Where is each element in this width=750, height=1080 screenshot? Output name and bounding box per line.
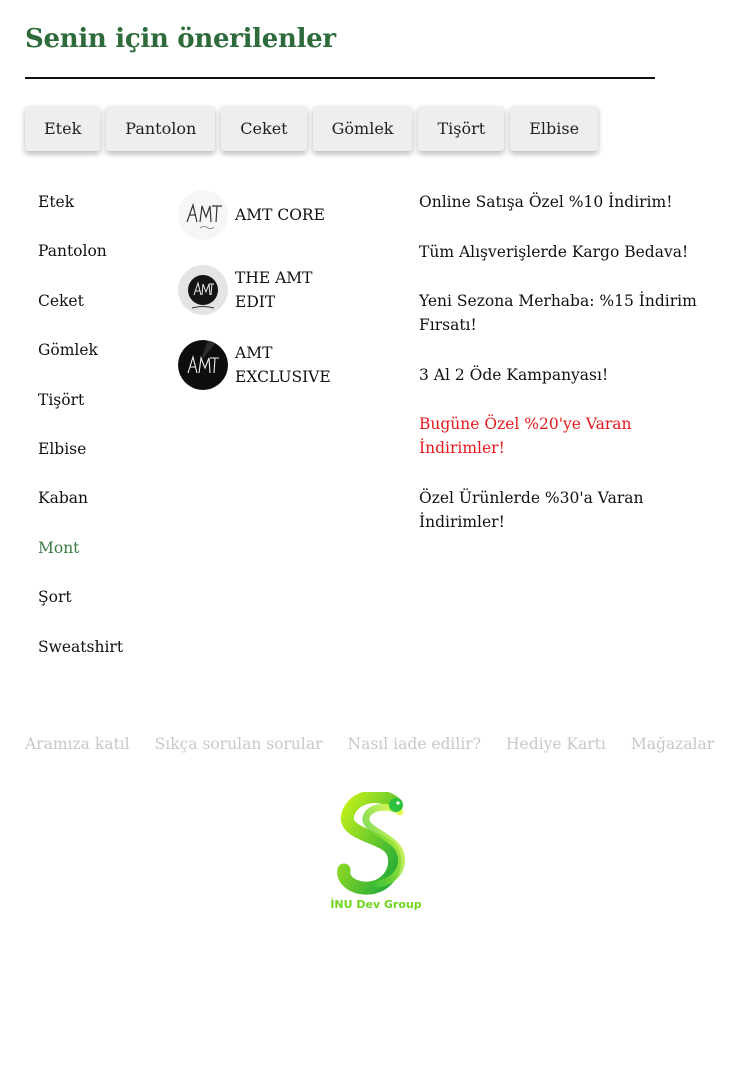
title-divider xyxy=(25,77,655,79)
category-list: Etek Pantolon Ceket Gömlek Tişört Elbise… xyxy=(38,190,123,684)
category-item-kaban[interactable]: Kaban xyxy=(38,486,123,535)
chip-elbise[interactable]: Elbise xyxy=(510,106,599,151)
promo-item[interactable]: Yeni Sezona Merhaba: %15 İndirim Fırsatı… xyxy=(419,289,719,337)
category-item-mont[interactable]: Mont xyxy=(38,536,123,585)
snake-logo-icon xyxy=(337,790,405,895)
promo-item[interactable]: Tüm Alışverişlerde Kargo Bedava! xyxy=(419,240,719,264)
category-chip-bar: Etek Pantolon Ceket Gömlek Tişört Elbise xyxy=(25,106,604,151)
amt-core-logo xyxy=(178,190,228,240)
category-item-etek[interactable]: Etek xyxy=(38,190,123,239)
promo-list: Online Satışa Özel %10 İndirim! Tüm Alış… xyxy=(419,190,719,559)
category-item-pantolon[interactable]: Pantolon xyxy=(38,239,123,288)
page-title: Senin için önerilenler xyxy=(25,24,336,54)
footer-link-gift-card[interactable]: Hediye Kartı xyxy=(506,735,606,753)
amt-exclusive-logo xyxy=(178,340,228,390)
footer-link-returns[interactable]: Nasıl iade edilir? xyxy=(348,735,482,753)
footer-nav: Aramıza katıl Sıkça sorulan sorular Nası… xyxy=(25,735,739,753)
brand-name: AMT EXCLUSIVE xyxy=(235,344,331,386)
chip-gomlek[interactable]: Gömlek xyxy=(312,106,413,151)
category-item-ceket[interactable]: Ceket xyxy=(38,289,123,338)
chip-etek[interactable]: Etek xyxy=(25,106,101,151)
dev-group-logo: İNU Dev Group xyxy=(330,790,422,911)
footer-link-faq[interactable]: Sıkça sorulan sorular xyxy=(155,735,323,753)
category-item-tisort[interactable]: Tişört xyxy=(38,388,123,437)
brand-item-the-amt-edit[interactable]: THE AMT EDIT xyxy=(178,265,355,315)
promo-item[interactable]: Online Satışa Özel %10 İndirim! xyxy=(419,190,719,214)
category-item-elbise[interactable]: Elbise xyxy=(38,437,123,486)
the-amt-edit-logo xyxy=(178,265,228,315)
category-item-sweatshirt[interactable]: Sweatshirt xyxy=(38,635,123,684)
category-item-sort[interactable]: Şort xyxy=(38,585,123,634)
promo-item[interactable]: Özel Ürünlerde %30'a Varan İndirimler! xyxy=(419,486,719,534)
footer-link-join[interactable]: Aramıza katıl xyxy=(25,735,130,753)
brand-item-amt-core[interactable]: AMT CORE xyxy=(178,190,355,240)
brand-item-amt-exclusive[interactable]: AMT EXCLUSIVE xyxy=(178,340,355,390)
footer-link-stores[interactable]: Mağazalar xyxy=(631,735,714,753)
promo-item-highlight[interactable]: Bugüne Özel %20'ye Varan İndirimler! xyxy=(419,412,719,460)
chip-ceket[interactable]: Ceket xyxy=(221,106,307,151)
chip-pantolon[interactable]: Pantolon xyxy=(106,106,216,151)
brand-name: THE AMT EDIT xyxy=(235,269,313,311)
chip-tisort[interactable]: Tişört xyxy=(418,106,505,151)
category-item-gomlek[interactable]: Gömlek xyxy=(38,338,123,387)
dev-group-caption: İNU Dev Group xyxy=(330,898,422,911)
promo-item[interactable]: 3 Al 2 Öde Kampanyası! xyxy=(419,363,719,387)
brand-name: AMT CORE xyxy=(235,206,325,224)
